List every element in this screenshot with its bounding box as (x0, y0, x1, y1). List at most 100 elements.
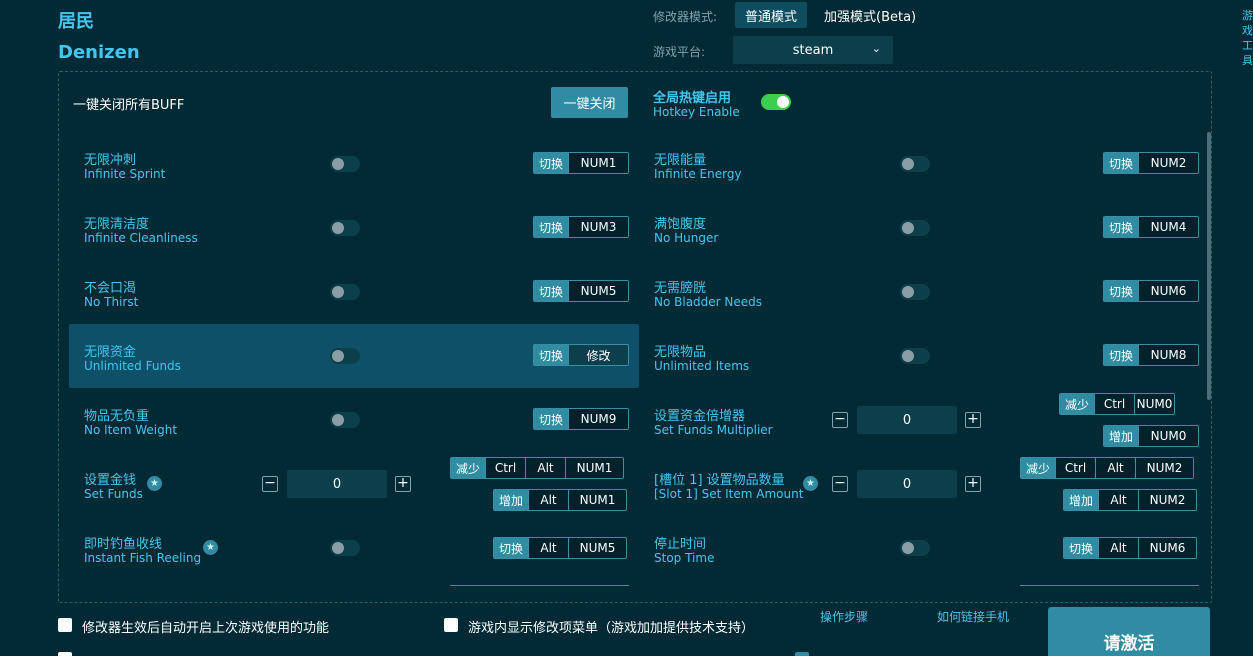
close-all-button[interactable]: 一键关闭 (551, 87, 628, 118)
hotkey-key: NUM9 (568, 409, 629, 429)
hotkey-tag: 切换 (1104, 345, 1139, 365)
hotkey-key: NUM1 (568, 153, 629, 173)
cheat-name-cn: 停止时间 (654, 537, 707, 552)
hotkey-key: NUM1 (565, 458, 624, 478)
scrollbar[interactable] (1207, 132, 1211, 400)
hotkey-tag: 切换 (534, 345, 569, 365)
increase-button[interactable]: + (965, 476, 981, 492)
hotkey-group[interactable]: 切换 Alt NUM6 (1063, 537, 1198, 559)
hotkey-group[interactable]: 切换 NUM5 (533, 280, 630, 302)
chevron-down-icon: ⌄ (871, 42, 881, 55)
hotkey-group[interactable]: 切换 NUM8 (1103, 344, 1200, 366)
hotkey-tag: 切换 (1104, 153, 1139, 173)
hotkey-group-increase[interactable]: 增加 Alt NUM2 (1063, 489, 1198, 511)
hotkey-tag: 切换 (534, 281, 569, 301)
cheat-name-en: [Slot 1] Set Item Amount (654, 487, 804, 501)
hotkey-key: Alt (1098, 490, 1139, 510)
hotkey-tag: 减少 (1060, 394, 1095, 414)
auto-enable-checkbox[interactable] (58, 618, 72, 632)
activate-button[interactable]: 请激活 (1048, 607, 1210, 656)
hotkey-key: Alt (1095, 458, 1136, 478)
platform-select[interactable]: steam ⌄ (733, 36, 893, 64)
ingame-menu-checkbox[interactable] (444, 618, 458, 632)
hotkey-group-decrease[interactable]: 减少 Ctrl Alt NUM1 (450, 457, 625, 479)
cheat-toggle[interactable] (330, 348, 360, 364)
increase-button[interactable]: + (395, 476, 411, 492)
cheat-name-cn: [槽位 1] 设置物品数量 (654, 473, 785, 488)
cheat-name-en: Stop Time (654, 551, 715, 565)
cheat-toggle[interactable] (900, 348, 930, 364)
mode-normal-button[interactable]: 普通模式 (735, 2, 807, 28)
cheat-name-en: No Hunger (654, 231, 719, 245)
hotkey-group[interactable]: 切换 NUM1 (533, 152, 630, 174)
decrease-button[interactable]: − (832, 476, 848, 492)
hotkey-tag: 减少 (1021, 458, 1056, 478)
auto-enable-label: 修改器生效后自动开启上次游戏使用的功能 (82, 621, 330, 636)
hotkey-group-increase[interactable]: 增加 NUM0 (1103, 425, 1200, 447)
cheat-name-en: Instant Fish Reeling (84, 551, 202, 565)
hotkey-group-decrease[interactable]: 减少 Ctrl Alt NUM2 (1020, 457, 1195, 479)
hotkey-group[interactable]: 切换 NUM6 (1103, 280, 1200, 302)
value-input[interactable]: 0 (857, 470, 957, 498)
hotkey-key: NUM3 (568, 217, 629, 237)
cheat-name-cn: 设置资金倍增器 (654, 409, 746, 424)
hotkey-tag: 减少 (451, 458, 486, 478)
hotkey-tag: 切换 (1104, 281, 1139, 301)
cheat-name-cn: 满饱腹度 (654, 217, 707, 232)
hotkey-group[interactable]: 切换 NUM9 (533, 408, 630, 430)
cheat-name-en: Set Funds (84, 487, 143, 501)
hotkey-key: Alt (1098, 538, 1139, 558)
cheat-toggle[interactable] (330, 156, 360, 172)
hotkey-edit-key[interactable]: 修改 (568, 345, 629, 365)
footer-checkbox-partial[interactable] (58, 652, 72, 656)
mode-enhanced-button[interactable]: 加强模式(Beta) (818, 2, 922, 28)
hotkey-key: NUM0 (1138, 426, 1199, 446)
value-input[interactable]: 0 (857, 406, 957, 434)
hotkey-key: NUM4 (1138, 217, 1199, 237)
value-input[interactable]: 0 (287, 470, 387, 498)
hotkey-label-en: Hotkey Enable (653, 105, 740, 119)
cheat-name-en: Unlimited Funds (84, 359, 181, 373)
phone-link[interactable]: 如何链接手机 (937, 608, 1009, 625)
game-title-en: Denizen (58, 42, 140, 63)
increase-button[interactable]: + (965, 412, 981, 428)
hotkey-group-partial (1020, 585, 1199, 588)
cheat-name-en: No Bladder Needs (654, 295, 763, 309)
platform-value: steam (792, 42, 834, 58)
steps-link[interactable]: 操作步骤 (820, 608, 868, 625)
decrease-button[interactable]: − (262, 476, 278, 492)
cheat-name-cn: 不会口渴 (84, 281, 137, 296)
hotkey-group[interactable]: 切换 NUM2 (1103, 152, 1200, 174)
hotkey-key: NUM1 (568, 490, 627, 510)
hotkey-key: Ctrl (485, 458, 526, 478)
hotkey-key: NUM6 (1138, 281, 1199, 301)
hotkey-group-decrease[interactable]: 减少 Ctrl NUM0 (1059, 393, 1176, 415)
cheat-name-en: Unlimited Items (654, 359, 750, 373)
hotkey-group[interactable]: 切换 修改 (533, 344, 630, 366)
hotkey-key: NUM5 (568, 281, 629, 301)
cheat-name-cn: 无限物品 (654, 345, 707, 360)
hotkey-group[interactable]: 切换 NUM4 (1103, 216, 1200, 238)
cheat-toggle[interactable] (900, 284, 930, 300)
cheat-toggle[interactable] (330, 220, 360, 236)
hotkey-key: Alt (528, 538, 569, 558)
cheat-toggle[interactable] (900, 220, 930, 236)
hotkey-group[interactable]: 切换 NUM3 (533, 216, 630, 238)
cheat-name-cn: 即时钓鱼收线 (84, 537, 163, 552)
cheat-toggle[interactable] (330, 412, 360, 428)
hotkey-group-increase[interactable]: 增加 Alt NUM1 (493, 489, 628, 511)
cheat-toggle[interactable] (330, 284, 360, 300)
hotkey-tag: 增加 (1064, 490, 1099, 510)
hotkey-toggle[interactable] (761, 94, 791, 110)
footer-checkbox-partial[interactable] (795, 652, 809, 656)
cheat-toggle[interactable] (900, 540, 930, 556)
side-tool-link[interactable]: 游戏工具 (1242, 8, 1253, 68)
hotkey-tag: 切换 (1064, 538, 1099, 558)
cheat-toggle[interactable] (330, 540, 360, 556)
hotkey-group[interactable]: 切换 Alt NUM5 (493, 537, 628, 559)
star-icon: ★ (803, 476, 818, 491)
cheat-toggle[interactable] (900, 156, 930, 172)
decrease-button[interactable]: − (832, 412, 848, 428)
cheat-name-cn: 无限资金 (84, 345, 137, 360)
hotkey-key: Alt (528, 490, 569, 510)
